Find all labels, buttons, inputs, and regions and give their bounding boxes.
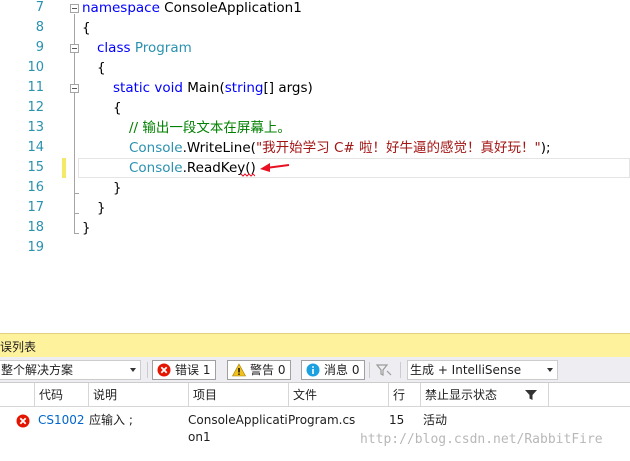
line-number: 11 bbox=[27, 80, 44, 95]
keyword: string bbox=[224, 80, 264, 96]
code-line[interactable]: { bbox=[113, 98, 122, 118]
messages-filter-button[interactable]: 消息 0 bbox=[301, 360, 365, 380]
error-description: 应输入 ; bbox=[89, 413, 133, 427]
keyword: class bbox=[97, 40, 131, 56]
watermark: http://blog.csdn.net/RabbitFire bbox=[360, 432, 603, 447]
scope-dropdown[interactable]: 整个解决方案 bbox=[0, 360, 141, 380]
error-code-link[interactable]: CS1002 bbox=[38, 412, 85, 429]
column-header-line[interactable]: 行 bbox=[388, 383, 420, 407]
type-name: Console bbox=[129, 140, 183, 156]
error-list-panel: 误列表 整个解决方案 错误 1 警告 0 消息 0 生成 + IntelliSe… bbox=[0, 333, 630, 461]
info-icon bbox=[306, 363, 320, 377]
chevron-down-icon bbox=[130, 368, 136, 372]
error-squiggle bbox=[241, 173, 255, 177]
error-icon bbox=[157, 363, 171, 377]
column-header-file[interactable]: 文件 bbox=[288, 383, 388, 407]
keyword: void bbox=[154, 80, 183, 96]
error-list-toolbar: 整个解决方案 错误 1 警告 0 消息 0 生成 + IntelliSense bbox=[0, 357, 630, 383]
arrow-icon bbox=[260, 163, 290, 172]
brace: { bbox=[113, 100, 122, 116]
warnings-filter-label: 警告 0 bbox=[250, 363, 286, 377]
outline-end bbox=[74, 193, 79, 194]
line-number: 19 bbox=[27, 240, 44, 255]
line-number: 12 bbox=[27, 100, 44, 115]
line-number: 18 bbox=[27, 220, 44, 235]
namespace-name: ConsoleApplication1 bbox=[159, 0, 302, 16]
divider bbox=[147, 362, 148, 378]
code-line[interactable]: } bbox=[113, 178, 122, 198]
column-header-project[interactable]: 项目 bbox=[188, 383, 288, 407]
column-header-code[interactable]: 代码 bbox=[34, 383, 88, 407]
error-project-line: ConsoleApplicati bbox=[188, 413, 288, 427]
line-number: 9 bbox=[35, 40, 44, 55]
panel-title: 误列表 bbox=[0, 340, 37, 354]
error-line: 15 bbox=[389, 413, 405, 427]
warning-icon bbox=[232, 363, 246, 377]
line-number: 7 bbox=[35, 0, 44, 15]
method-call: .WriteLine( bbox=[182, 140, 256, 156]
keyword: namespace bbox=[82, 0, 160, 16]
brace: { bbox=[97, 60, 106, 76]
punctuation: ); bbox=[540, 140, 551, 156]
line-number: 15 bbox=[27, 160, 44, 175]
keyword: static bbox=[113, 80, 151, 96]
filter-pin-icon[interactable] bbox=[376, 363, 392, 377]
error-list-header: 代码 说明 项目 文件 行 禁止显示状态 bbox=[0, 383, 630, 407]
errors-filter-button[interactable]: 错误 1 bbox=[152, 360, 216, 380]
error-project: ConsoleApplicati on1 bbox=[188, 412, 288, 446]
line-number: 13 bbox=[27, 120, 44, 135]
errors-filter-label: 错误 1 bbox=[175, 363, 211, 377]
code-line[interactable]: Console.WriteLine("我开始学习 C# 啦！好牛逼的感觉！真好玩… bbox=[129, 138, 551, 158]
source-dropdown-value: 生成 + IntelliSense bbox=[410, 363, 522, 377]
error-project-line: on1 bbox=[188, 430, 211, 444]
brace: } bbox=[82, 220, 91, 236]
line-number: 10 bbox=[27, 60, 44, 75]
error-file: Program.cs bbox=[288, 413, 356, 427]
string-literal: "我开始学习 C# 啦！好牛逼的感觉！真好玩！" bbox=[255, 140, 541, 156]
class-name: Program bbox=[134, 40, 192, 56]
code-line[interactable]: } bbox=[82, 218, 91, 238]
code-editor[interactable]: 7 8 9 10 11 12 13 14 15 16 17 18 19 name… bbox=[0, 0, 630, 333]
error-suppression: 活动 bbox=[423, 413, 448, 427]
code-line[interactable]: { bbox=[82, 18, 91, 38]
column-header-spacer bbox=[548, 383, 630, 407]
code-line[interactable]: static void Main(string[] args) bbox=[113, 78, 313, 98]
collapse-namespace-icon[interactable] bbox=[70, 4, 79, 13]
code-line[interactable]: // 输出一段文本在屏幕上。 bbox=[129, 118, 291, 138]
brace: { bbox=[82, 20, 91, 36]
line-number: 14 bbox=[27, 140, 44, 155]
column-header-description[interactable]: 说明 bbox=[88, 383, 188, 407]
comment: // 输出一段文本在屏幕上。 bbox=[129, 120, 291, 136]
brace: } bbox=[113, 180, 122, 196]
code-line[interactable]: } bbox=[97, 198, 106, 218]
line-number: 17 bbox=[27, 200, 44, 215]
code-line[interactable]: namespace ConsoleApplication1 bbox=[82, 0, 302, 18]
chevron-down-icon bbox=[547, 368, 553, 372]
divider bbox=[369, 362, 370, 378]
collapse-method-icon[interactable] bbox=[70, 84, 79, 93]
filter-icon[interactable] bbox=[525, 389, 537, 401]
scope-dropdown-value: 整个解决方案 bbox=[1, 363, 74, 377]
code-line[interactable]: { bbox=[97, 58, 106, 78]
type-name: Console bbox=[129, 160, 183, 176]
collapse-class-icon[interactable] bbox=[70, 44, 79, 53]
warnings-filter-button[interactable]: 警告 0 bbox=[227, 360, 291, 380]
source-dropdown[interactable]: 生成 + IntelliSense bbox=[407, 360, 558, 380]
code-line[interactable]: class Program bbox=[97, 38, 192, 58]
method-signature: Main( bbox=[182, 80, 225, 96]
messages-filter-label: 消息 0 bbox=[324, 363, 360, 377]
brace: } bbox=[97, 200, 106, 216]
line-number: 8 bbox=[35, 20, 44, 35]
change-marker bbox=[62, 158, 66, 178]
panel-title-bar[interactable]: 误列表 bbox=[0, 333, 630, 357]
code-line[interactable]: Console.ReadKey() bbox=[129, 158, 256, 178]
parameters: [] args) bbox=[263, 80, 313, 96]
outline-end bbox=[74, 233, 79, 234]
line-number: 16 bbox=[27, 180, 44, 195]
outline-end bbox=[74, 213, 79, 214]
error-icon bbox=[16, 414, 30, 428]
divider bbox=[400, 362, 401, 378]
